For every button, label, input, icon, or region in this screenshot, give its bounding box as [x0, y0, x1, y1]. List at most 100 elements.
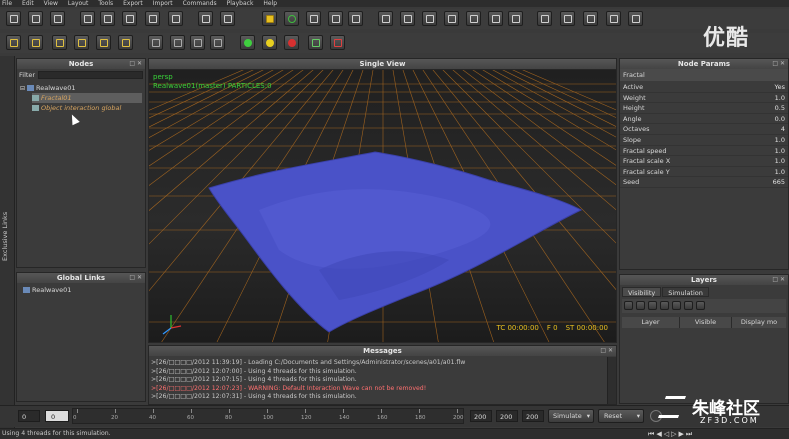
param-row[interactable]: Octaves 4 — [620, 124, 788, 135]
tree-item-fractal[interactable]: Fractal01 — [32, 93, 142, 103]
end-frame-field-3[interactable]: 200 — [522, 410, 544, 422]
dropdown-arrow-icon[interactable]: ▾ — [587, 410, 590, 423]
menu-item-edit[interactable]: Edit — [22, 0, 34, 7]
daemon-7-icon[interactable] — [148, 35, 163, 50]
param-row[interactable]: Fractal speed 1.0 — [620, 146, 788, 157]
messages-scrollbar[interactable] — [607, 357, 616, 404]
simulate-button[interactable]: Simulate ▾ — [548, 409, 594, 423]
param-value[interactable]: 1.0 — [775, 135, 785, 145]
param-row[interactable]: Fractal scale X 1.0 — [620, 156, 788, 167]
daemon-5-icon[interactable] — [96, 35, 111, 50]
param-value[interactable]: Yes — [775, 82, 786, 92]
tree-item-interaction[interactable]: Object interaction global — [32, 103, 142, 113]
new-file-icon[interactable] — [6, 11, 21, 26]
timeline-ruler[interactable]: 0 20 40 60 80 100 120 140 160 180 200 — [72, 408, 464, 424]
current-frame-field[interactable]: 0 — [45, 410, 69, 422]
param-row[interactable]: Angle 0.0 — [620, 114, 788, 125]
frame-3-icon[interactable] — [606, 11, 621, 26]
panel-controls-icon[interactable]: □ ✕ — [772, 275, 785, 285]
panel-controls-icon[interactable]: □ ✕ — [600, 346, 613, 356]
frame-4-icon[interactable] — [628, 11, 643, 26]
save-icon[interactable] — [50, 11, 65, 26]
frame-1-icon[interactable] — [560, 11, 575, 26]
menu-item-view[interactable]: View — [44, 0, 58, 7]
param-value[interactable]: 1.0 — [775, 167, 785, 177]
stop-red-icon[interactable] — [284, 35, 299, 50]
param-value[interactable]: 0.0 — [775, 114, 785, 124]
tab-simulation[interactable]: Simulation — [662, 287, 709, 297]
viewport-3d[interactable]: persp Realwave01(master) PARTICLES:0 TC … — [148, 69, 617, 343]
scale-icon[interactable] — [145, 11, 160, 26]
param-row[interactable]: Slope 1.0 — [620, 135, 788, 146]
daemon-10-icon[interactable] — [210, 35, 225, 50]
export-2-icon[interactable] — [330, 35, 345, 50]
filter-input[interactable] — [38, 70, 143, 79]
param-row[interactable]: Active Yes — [620, 82, 788, 93]
param-value[interactable]: 1.0 — [775, 156, 785, 166]
menu-item-tools[interactable]: Tools — [98, 0, 113, 7]
daemon-1-icon[interactable] — [6, 35, 21, 50]
box-2-icon[interactable] — [400, 11, 415, 26]
param-row[interactable]: Height 0.5 — [620, 103, 788, 114]
layer-tool-icon[interactable] — [684, 301, 693, 310]
tab-visibility[interactable]: Visibility — [622, 287, 662, 297]
menu-item-layout[interactable]: Layout — [68, 0, 88, 7]
object-add-icon[interactable] — [348, 11, 363, 26]
col-visible[interactable]: Visible — [680, 317, 732, 328]
end-frame-field-2[interactable]: 200 — [496, 410, 518, 422]
box-3-icon[interactable] — [422, 11, 437, 26]
daemon-2-icon[interactable] — [28, 35, 43, 50]
move-icon[interactable] — [100, 11, 115, 26]
layer-tool-icon[interactable] — [672, 301, 681, 310]
layer-tool-icon[interactable] — [660, 301, 669, 310]
emitter-diamond-icon[interactable] — [198, 11, 213, 26]
col-layer[interactable]: Layer — [622, 317, 680, 328]
end-frame-field-1[interactable]: 200 — [470, 410, 492, 422]
start-frame-field[interactable]: 0 — [18, 410, 40, 422]
param-value[interactable]: 1.0 — [775, 146, 785, 156]
global-links-item[interactable]: Realwave01 — [17, 283, 145, 297]
param-value[interactable]: 0.5 — [775, 103, 785, 113]
menu-item-commands[interactable]: Commands — [183, 0, 217, 7]
daemon-9-icon[interactable] — [190, 35, 205, 50]
menu-item-import[interactable]: Import — [153, 0, 173, 7]
exclusive-links-tab[interactable]: Exclusive Links — [0, 56, 15, 431]
tree-item-root[interactable]: ⊟ Realwave01 — [20, 83, 142, 93]
dropdown-arrow-icon[interactable]: ▾ — [637, 410, 640, 423]
daemon-6-icon[interactable] — [118, 35, 133, 50]
panel-controls-icon[interactable]: □ ✕ — [772, 59, 785, 69]
cube-yellow-icon[interactable] — [262, 11, 277, 26]
layer-tool-icon[interactable] — [624, 301, 633, 310]
param-value[interactable]: 1.0 — [775, 93, 785, 103]
panel-controls-icon[interactable]: □ ✕ — [129, 59, 142, 69]
param-value[interactable]: 4 — [781, 124, 785, 134]
layer-tool-icon[interactable] — [696, 301, 705, 310]
daemon-4-icon[interactable] — [74, 35, 89, 50]
open-folder-icon[interactable] — [28, 11, 43, 26]
network-icon[interactable] — [220, 11, 235, 26]
play-green-icon[interactable] — [240, 35, 255, 50]
daemon-3-icon[interactable] — [52, 35, 67, 50]
pause-yellow-icon[interactable] — [262, 35, 277, 50]
go-start-icon[interactable]: ⏮ — [648, 430, 654, 439]
rotate-icon[interactable] — [122, 11, 137, 26]
menu-item-playback[interactable]: Playback — [227, 0, 254, 7]
box-8-icon[interactable] — [537, 11, 552, 26]
sphere-green-icon[interactable] — [284, 11, 299, 26]
menu-item-export[interactable]: Export — [123, 0, 143, 7]
box-4-icon[interactable] — [444, 11, 459, 26]
param-row[interactable]: Weight 1.0 — [620, 93, 788, 104]
box-7-icon[interactable] — [508, 11, 523, 26]
layer-tool-icon[interactable] — [648, 301, 657, 310]
param-row[interactable]: Seed 665 — [620, 177, 788, 188]
wave-icon[interactable] — [328, 11, 343, 26]
layer-tool-icon[interactable] — [636, 301, 645, 310]
param-row[interactable]: Fractal scale Y 1.0 — [620, 167, 788, 178]
box-5-icon[interactable] — [466, 11, 481, 26]
export-1-icon[interactable] — [308, 35, 323, 50]
col-display-mode[interactable]: Display mo — [732, 317, 786, 328]
frame-2-icon[interactable] — [583, 11, 598, 26]
collapse-icon[interactable]: ⊟ — [20, 85, 25, 92]
axis-icon[interactable] — [168, 11, 183, 26]
camera-icon[interactable] — [306, 11, 321, 26]
